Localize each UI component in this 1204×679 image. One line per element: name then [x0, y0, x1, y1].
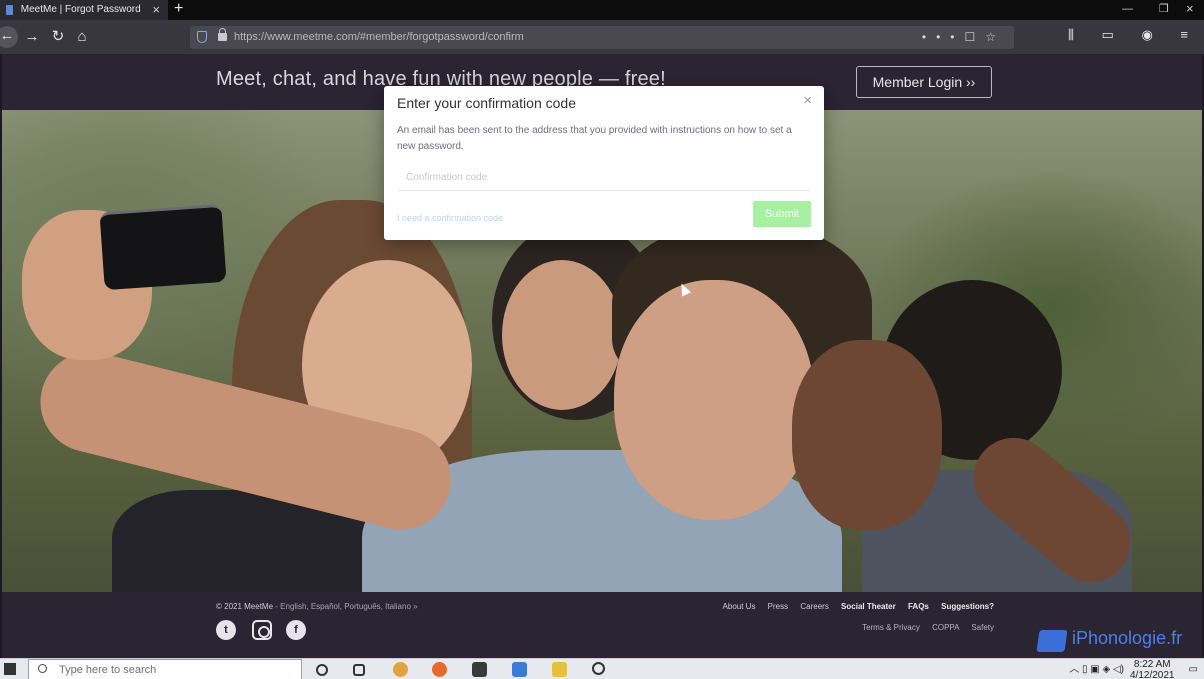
app-icon[interactable]	[592, 662, 605, 675]
taskbar-search-box[interactable]: Type here to search	[28, 659, 302, 679]
watermark-text: iPhonologie.fr	[1072, 628, 1183, 648]
watermark-logo-icon	[1036, 630, 1068, 652]
browser-toolbar: ← → ↻ ⌂ https://www.meetme.com/#member/f…	[0, 20, 1204, 54]
footer-link-coppa[interactable]: COPPA	[932, 623, 959, 632]
taskbar-clock[interactable]: 8:22 AM 4/12/2021	[1130, 659, 1175, 679]
browser-tab[interactable]: MeetMe | Forgot Password ×	[0, 0, 168, 20]
notification-icon[interactable]: ▭	[1189, 659, 1198, 679]
footer-link-careers[interactable]: Careers	[800, 602, 828, 611]
footer-link-suggestions[interactable]: Suggestions?	[941, 602, 994, 611]
tracking-shield-icon[interactable]	[197, 31, 207, 43]
cortana-icon[interactable]	[316, 664, 328, 676]
copyright-text: © 2021 MeetMe	[216, 602, 274, 611]
page-actions-icons[interactable]: •••☐☆	[922, 26, 1006, 49]
firefox-icon[interactable]	[432, 662, 447, 677]
back-arrow-icon[interactable]: ←	[0, 26, 18, 48]
mail-icon[interactable]	[512, 662, 527, 677]
search-icon	[38, 664, 47, 673]
tab-close-icon[interactable]: ×	[152, 0, 160, 20]
tab-title: MeetMe | Forgot Password	[20, 4, 141, 15]
dialog-message: An email has been sent to the address th…	[397, 125, 792, 152]
photo-person-center-face	[614, 280, 814, 520]
forward-arrow-icon[interactable]: →	[22, 27, 42, 47]
task-view-icon[interactable]	[353, 664, 365, 676]
facebook-icon[interactable]: f	[286, 620, 306, 640]
close-window-icon[interactable]: ×	[1186, 0, 1194, 18]
need-confirmation-code-link[interactable]: I need a confirmation code	[397, 213, 503, 223]
close-icon[interactable]: ×	[803, 92, 812, 109]
footer-link-faqs[interactable]: FAQs	[908, 602, 929, 611]
windows-taskbar: Type here to search ︿ ▯ ▣ ◈ ◁) 8:22 AM 4…	[0, 658, 1204, 679]
toolbar-icons[interactable]: ⫼ ▭ ◉ ≡	[1068, 27, 1200, 43]
footer-legal-links: Terms & Privacy COPPA Safety	[852, 623, 994, 632]
footer-link-social-theater[interactable]: Social Theater	[841, 602, 896, 611]
photo-person-back-face	[502, 260, 622, 410]
twitter-icon[interactable]: t	[216, 620, 236, 640]
address-bar[interactable]: https://www.meetme.com/#member/forgotpas…	[190, 26, 1014, 49]
lock-icon[interactable]	[218, 28, 227, 41]
home-icon[interactable]: ⌂	[72, 27, 92, 47]
screen: MeetMe | Forgot Password × + — ❐ × ← → ↻…	[0, 0, 1204, 679]
member-login-button[interactable]: Member Login ››	[856, 66, 992, 98]
footer-link-press[interactable]: Press	[768, 602, 788, 611]
url-text[interactable]: https://www.meetme.com/#member/forgotpas…	[234, 26, 524, 49]
photo-phone	[99, 203, 227, 291]
footer-link-about-us[interactable]: About Us	[723, 602, 756, 611]
instagram-icon[interactable]	[252, 620, 272, 640]
footer-link-terms[interactable]: Terms & Privacy	[862, 623, 920, 632]
dialog-title: Enter your confirmation code	[397, 95, 576, 111]
language-links[interactable]: - English, Español, Português, Italiano …	[273, 602, 417, 611]
submit-button[interactable]: Submit	[753, 201, 811, 227]
store-icon[interactable]	[472, 662, 487, 677]
windows-start-icon[interactable]	[4, 663, 16, 675]
reload-icon[interactable]: ↻	[48, 27, 68, 47]
footer-links: About Us Press Careers Social Theater FA…	[713, 602, 994, 611]
footer-link-safety[interactable]: Safety	[971, 623, 994, 632]
clock-date: 4/12/2021	[1130, 670, 1175, 679]
site-footer: © 2021 MeetMe - English, Español, Portug…	[2, 592, 1202, 658]
confirmation-code-dialog: Enter your confirmation code × An email …	[384, 86, 824, 240]
file-explorer-icon[interactable]	[552, 662, 567, 677]
restore-icon[interactable]: ❐	[1159, 0, 1169, 18]
clock-time: 8:22 AM	[1133, 659, 1171, 670]
photo-person-right-face	[792, 340, 942, 530]
system-tray-icons[interactable]: ︿ ▯ ▣ ◈ ◁)	[1069, 659, 1124, 679]
tab-favicon-icon	[6, 5, 13, 15]
confirmation-code-input[interactable]	[397, 165, 811, 191]
taskbar-search-placeholder: Type here to search	[59, 664, 157, 676]
new-tab-icon[interactable]: +	[174, 0, 183, 19]
chrome-icon[interactable]	[393, 662, 408, 677]
footer-copyright: © 2021 MeetMe - English, Español, Portug…	[216, 602, 418, 611]
browser-tab-bar: MeetMe | Forgot Password × + — ❐ ×	[0, 0, 1204, 20]
minimize-icon[interactable]: —	[1122, 0, 1133, 18]
